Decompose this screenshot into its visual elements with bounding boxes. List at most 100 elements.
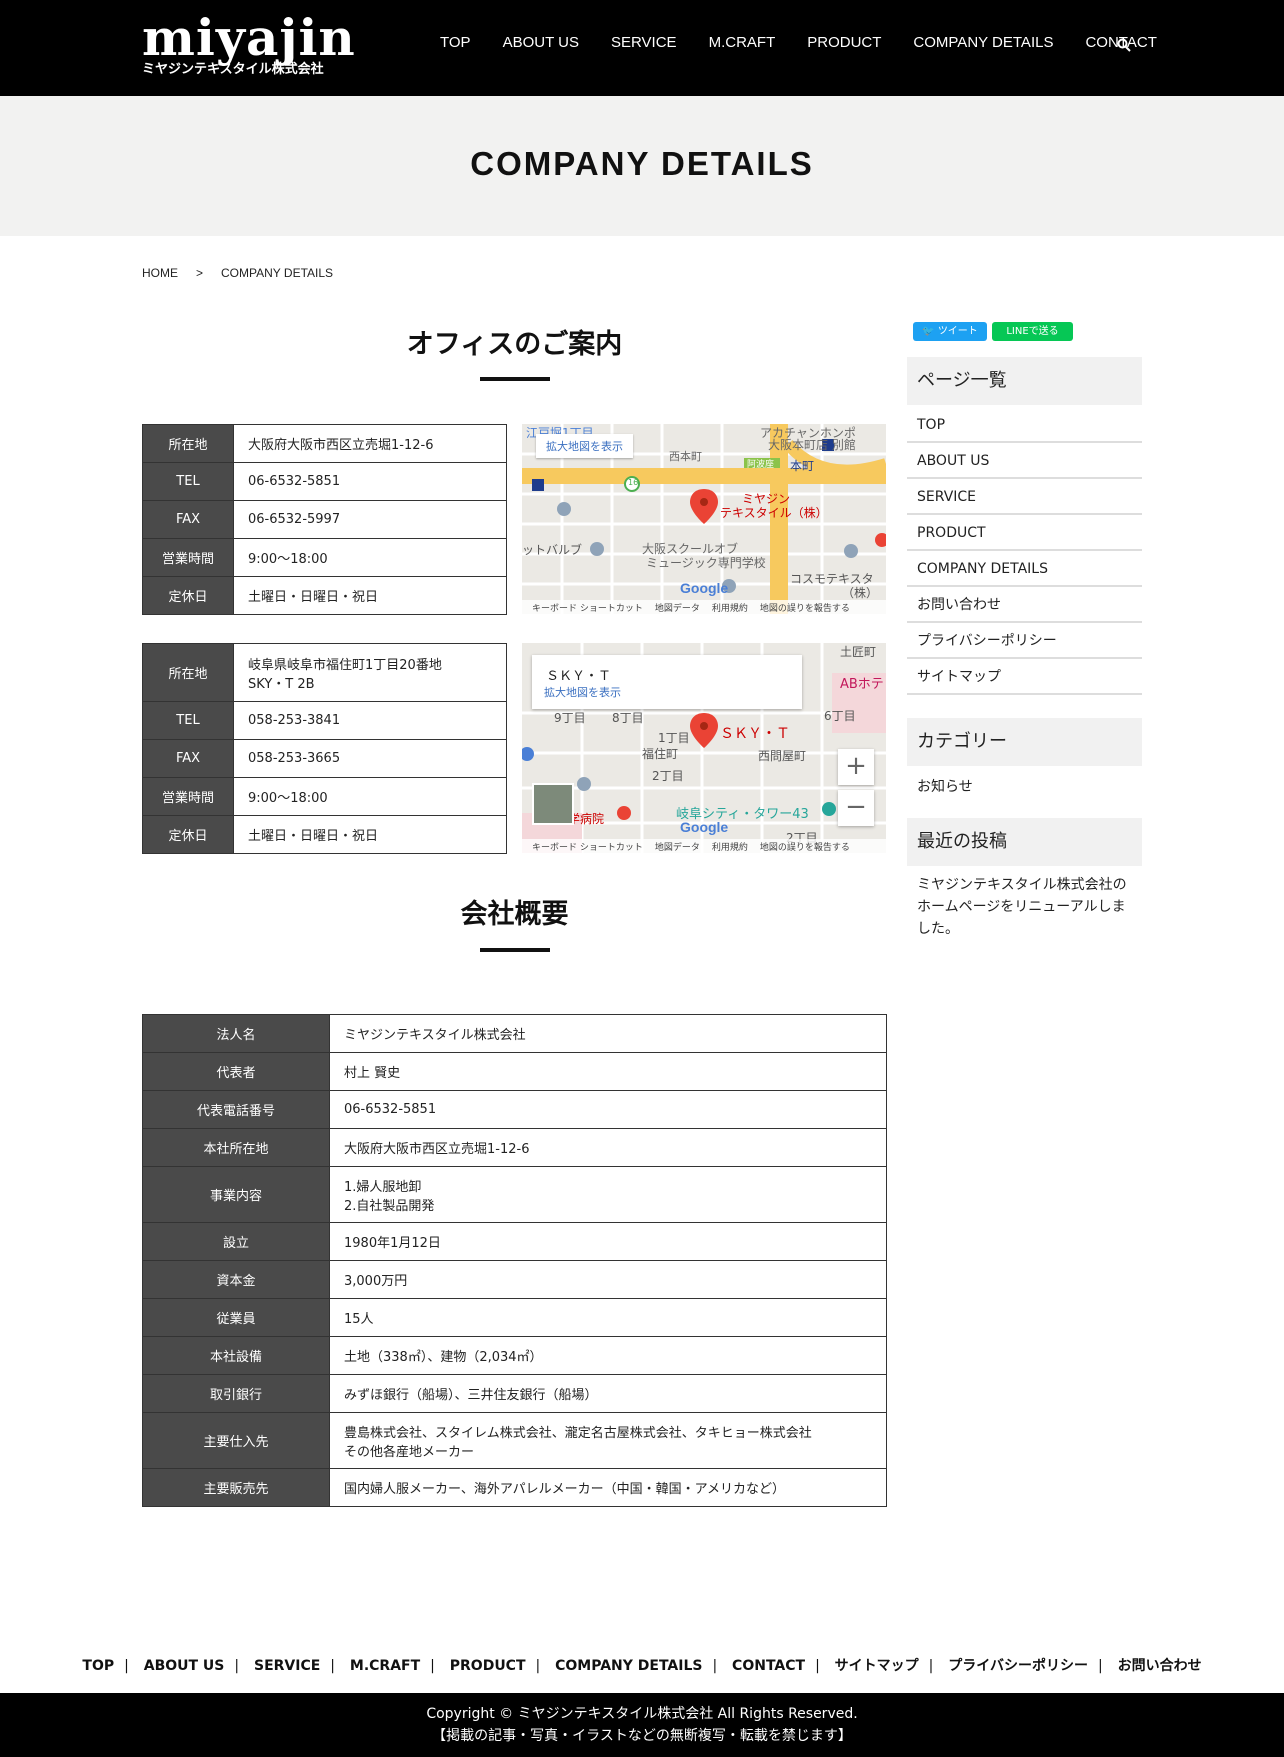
logo-wordmark: miyajin: [142, 8, 356, 67]
footer-nav-service[interactable]: SERVICE: [254, 1658, 320, 1674]
tweet-label: ツイート: [937, 326, 978, 337]
sidebar-item-privacy-policy[interactable]: プライバシーポリシー: [907, 623, 1142, 659]
table-cell: 国内婦人服メーカー、海外アパレルメーカー（中国・韓国・アメリカなど）: [329, 1468, 887, 1507]
office-gifu-map[interactable]: ＳＫＹ・Ｔ 拡大地図を表示 ＳＫＹ・Ｔ 1丁目 福住町 西問屋町 2丁目 岐阜シ…: [522, 643, 886, 853]
map-report-error-link[interactable]: 地図の誤りを報告する: [760, 840, 850, 853]
line-share-button[interactable]: LINEで送る: [992, 322, 1073, 341]
map-enlarge-link[interactable]: 拡大地図を表示: [536, 434, 633, 458]
footer-nav-separator: |: [330, 1658, 336, 1674]
map-data-credit[interactable]: 地図データ: [655, 601, 700, 614]
map-footer: キーボード ショートカット 地図データ 利用規約 地図の誤りを報告する: [522, 839, 886, 853]
cell-line: 1.婦人服地卸: [344, 1179, 422, 1195]
table-cell: 豊島株式会社、スタイレム株式会社、瀧定名古屋株式会社、タキヒョー株式会社 その他…: [329, 1412, 887, 1469]
table-row: 所在地 岐阜県岐阜市福住町1丁目20番地 SKY・T 2B: [142, 643, 507, 702]
footer-nav-product[interactable]: PRODUCT: [450, 1658, 526, 1674]
sidebar-item-service[interactable]: SERVICE: [907, 479, 1142, 515]
table-header-cell: 資本金: [142, 1260, 330, 1299]
map-place-label: 1丁目: [658, 731, 690, 745]
zoom-out-button[interactable]: −: [838, 790, 874, 826]
map-data-credit[interactable]: 地図データ: [655, 840, 700, 853]
table-header-cell: FAX: [142, 739, 234, 778]
map-keyboard-shortcuts[interactable]: キーボード ショートカット: [532, 601, 643, 614]
twitter-bird-icon: 🐦: [922, 326, 938, 337]
table-cell: 06-6532-5851: [233, 462, 507, 501]
search-icon[interactable]: [1117, 38, 1131, 52]
map-terms-link[interactable]: 利用規約: [712, 840, 748, 853]
sidebar-item-top[interactable]: TOP: [907, 407, 1142, 443]
table-row: TEL 058-253-3841: [142, 701, 507, 740]
tweet-button[interactable]: 🐦 ツイート: [913, 322, 987, 341]
nav-about-us[interactable]: ABOUT US: [503, 34, 579, 51]
footer-nav-contact[interactable]: CONTACT: [732, 1658, 805, 1674]
footer-nav-separator: |: [234, 1658, 240, 1674]
site-logo[interactable]: miyajin ミヤジンテキスタイル株式会社: [142, 12, 356, 78]
table-row: 本社所在地 大阪府大阪市西区立売堀1-12-6: [142, 1128, 887, 1167]
address-line: 岐阜県岐阜市福住町1丁目20番地: [248, 657, 442, 673]
table-cell: 06-6532-5997: [233, 500, 507, 539]
satellite-toggle-thumbnail[interactable]: [532, 783, 574, 825]
map-place-label: 8丁目: [612, 711, 644, 725]
sidebar-item-sitemap[interactable]: サイトマップ: [907, 659, 1142, 695]
footer-nav-inquiry[interactable]: お問い合わせ: [1118, 1658, 1202, 1674]
table-header-cell: 所在地: [142, 424, 234, 463]
table-cell: 058-253-3841: [233, 701, 507, 740]
sidebar-pages-list: TOP ABOUT US SERVICE PRODUCT COMPANY DET…: [907, 407, 1142, 695]
footer-nav-mcraft[interactable]: M.CRAFT: [350, 1658, 420, 1674]
table-cell: 1.婦人服地卸 2.自社製品開発: [329, 1166, 887, 1223]
global-nav: TOP ABOUT US SERVICE M.CRAFT PRODUCT COM…: [424, 34, 1173, 51]
table-header-cell: 定休日: [142, 815, 234, 854]
sidebar-category-news[interactable]: お知らせ: [917, 776, 973, 796]
address-line: SKY・T 2B: [248, 676, 315, 692]
table-header-cell: 法人名: [142, 1014, 330, 1053]
sidebar-item-about-us[interactable]: ABOUT US: [907, 443, 1142, 479]
footer-nav-top[interactable]: TOP: [82, 1658, 114, 1674]
nav-mcraft[interactable]: M.CRAFT: [709, 34, 776, 51]
table-cell: 大阪府大阪市西区立売堀1-12-6: [329, 1128, 887, 1167]
reproduction-notice: 【掲載の記事・写真・イラストなどの無断複写・転載を禁じます】: [432, 1728, 852, 1744]
map-terms-link[interactable]: 利用規約: [712, 601, 748, 614]
table-row: 従業員 15人: [142, 1298, 887, 1337]
table-row: 設立 1980年1月12日: [142, 1222, 887, 1261]
map-place-label: ABホテ: [840, 677, 884, 692]
sidebar-item-product[interactable]: PRODUCT: [907, 515, 1142, 551]
footer-nav-about-us[interactable]: ABOUT US: [144, 1658, 225, 1674]
table-cell: 土地（338㎡）、建物（2,034㎡）: [329, 1336, 887, 1375]
map-place-label: 本町: [790, 459, 815, 473]
map-report-error-link[interactable]: 地図の誤りを報告する: [760, 601, 850, 614]
office-osaka-map[interactable]: ミヤジン テキスタイル（株） 江戸堀1丁目 西本町 アカチャンホンポ 大阪本町店…: [522, 424, 886, 614]
zoom-in-button[interactable]: +: [838, 749, 874, 785]
sidebar-pages-heading: ページ一覧: [907, 357, 1142, 405]
nav-service[interactable]: SERVICE: [611, 34, 677, 51]
map-place-label: 大阪本町店 別館: [768, 438, 856, 452]
table-header-cell: 定休日: [142, 576, 234, 615]
sidebar-recent-post[interactable]: ミヤジンテキスタイル株式会社のホームページをリニューアルしました。: [917, 874, 1132, 940]
logo-company-name: ミヤジンテキスタイル株式会社: [142, 62, 324, 77]
offices-heading-underline: [480, 377, 550, 381]
footer-nav-company-details[interactable]: COMPANY DETAILS: [555, 1658, 702, 1674]
sidebar-item-contact[interactable]: お問い合わせ: [907, 587, 1142, 623]
nav-top[interactable]: TOP: [440, 34, 471, 51]
sidebar-item-company-details[interactable]: COMPANY DETAILS: [907, 551, 1142, 587]
map-keyboard-shortcuts[interactable]: キーボード ショートカット: [532, 840, 643, 853]
nav-product[interactable]: PRODUCT: [807, 34, 881, 51]
table-row: 取引銀行 みずほ銀行（船場）、三井住友銀行（船場）: [142, 1374, 887, 1413]
nav-company-details[interactable]: COMPANY DETAILS: [913, 34, 1053, 51]
cell-line: 2.自社製品開発: [344, 1198, 435, 1214]
footer-nav-separator: |: [1097, 1658, 1103, 1674]
table-cell: 3,000万円: [329, 1260, 887, 1299]
map-place-label: 9丁目: [554, 711, 586, 725]
sidebar-recent-heading: 最近の投稿: [907, 818, 1142, 866]
map-enlarge-link[interactable]: 拡大地図を表示: [544, 684, 621, 700]
table-cell: ミヤジンテキスタイル株式会社: [329, 1014, 887, 1053]
map-footer: キーボード ショートカット 地図データ 利用規約 地図の誤りを報告する: [522, 600, 886, 614]
map-info-card: ＳＫＹ・Ｔ 拡大地図を表示: [532, 655, 802, 709]
table-row: 主要仕入先 豊島株式会社、スタイレム株式会社、瀧定名古屋株式会社、タキヒョー株式…: [142, 1412, 887, 1469]
table-header-cell: 代表者: [142, 1052, 330, 1091]
breadcrumb-home[interactable]: HOME: [142, 266, 178, 280]
table-header-cell: TEL: [142, 462, 234, 501]
map-place-label: 6丁目: [824, 709, 856, 723]
table-cell: 大阪府大阪市西区立売堀1-12-6: [233, 424, 507, 463]
footer-nav-sitemap[interactable]: サイトマップ: [835, 1658, 919, 1674]
company-overview-table: 法人名 ミヤジンテキスタイル株式会社 代表者 村上 賢史 代表電話番号 06-6…: [142, 1014, 887, 1507]
footer-nav-privacy-policy[interactable]: プライバシーポリシー: [948, 1658, 1088, 1674]
